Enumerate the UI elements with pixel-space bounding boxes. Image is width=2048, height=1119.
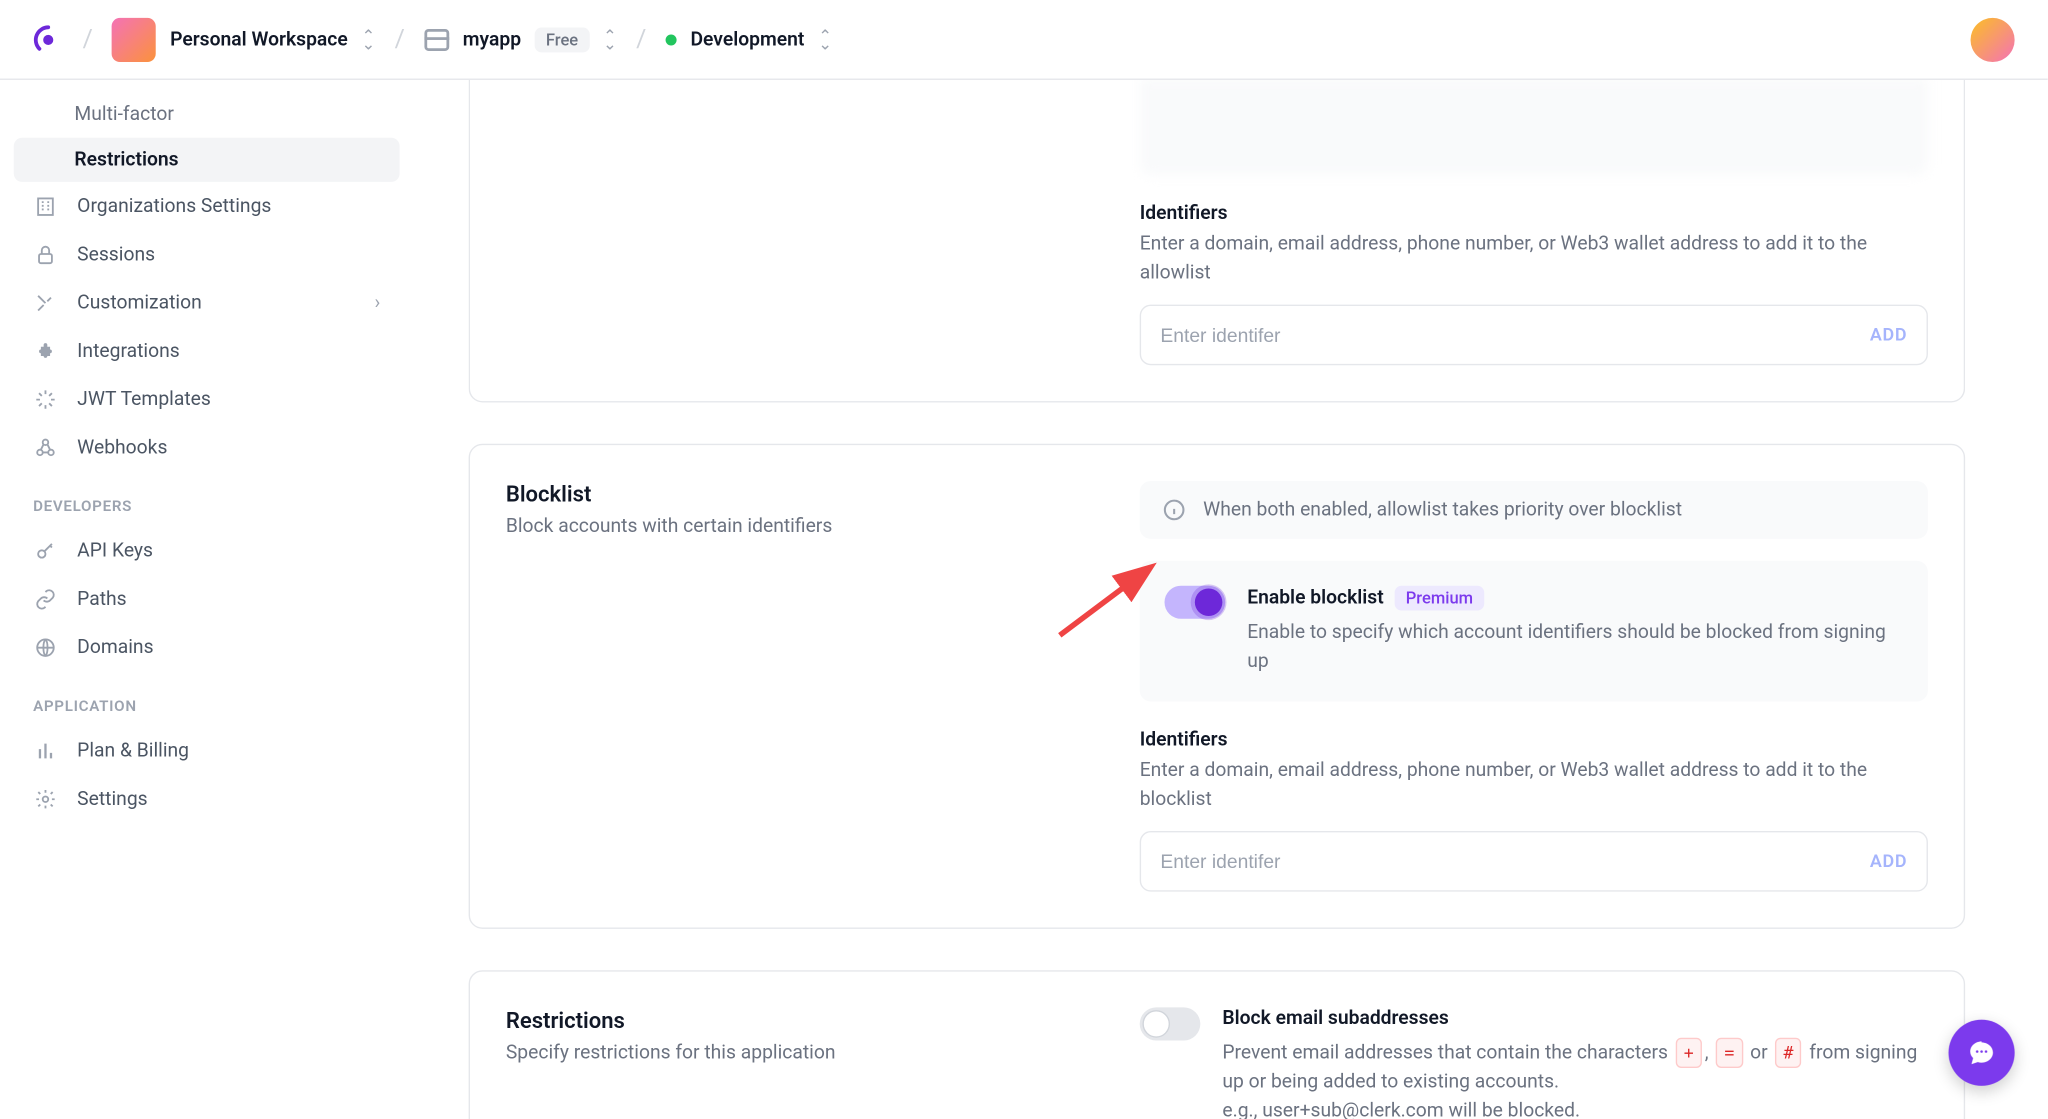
allowlist-add-button[interactable]: ADD <box>1870 325 1907 346</box>
plan-badge: Free <box>535 27 589 52</box>
sidebar-item-label: Multi-factor <box>74 103 173 125</box>
environment-selector[interactable]: Development ⌃⌄ <box>666 28 832 50</box>
sidebar-section-developers: DEVELOPERS <box>0 473 413 527</box>
sidebar-item-jwt[interactable]: JWT Templates <box>0 376 413 423</box>
blocklist-desc: Block accounts with certain identifiers <box>506 515 1085 537</box>
block-subaddress-label: Block email subaddresses <box>1222 1007 1448 1029</box>
enable-blocklist-desc: Enable to specify which account identifi… <box>1247 619 1903 677</box>
blocklist-title: Blocklist <box>506 481 1085 507</box>
blocklist-add-button[interactable]: ADD <box>1870 851 1907 872</box>
blocklist-card: Blocklist Block accounts with certain id… <box>469 444 1966 929</box>
updown-icon: ⌃⌄ <box>818 31 832 48</box>
link-icon <box>33 587 58 612</box>
restrictions-card: Restrictions Specify restrictions for th… <box>469 970 1966 1119</box>
info-banner: When both enabled, allowlist takes prior… <box>1140 481 1928 539</box>
environment-name: Development <box>690 28 804 50</box>
separator-icon: / <box>636 25 646 54</box>
key-icon <box>33 539 58 564</box>
sidebar-item-multifactor[interactable]: Multi-factor <box>0 92 413 136</box>
sidebar-item-label: Plan & Billing <box>77 740 189 762</box>
content-area: Identifiers Enter a domain, email addres… <box>413 80 2047 1119</box>
blurred-content <box>1140 80 1928 175</box>
webhook-icon <box>33 435 58 460</box>
lock-icon <box>33 243 58 268</box>
sidebar-item-sessions[interactable]: Sessions <box>0 232 413 279</box>
sidebar-item-settings[interactable]: Settings <box>0 776 413 823</box>
identifiers-desc: Enter a domain, email address, phone num… <box>1140 757 1928 815</box>
enable-blocklist-toggle[interactable] <box>1164 586 1225 619</box>
option-title-row: Block email subaddresses <box>1222 1007 1928 1029</box>
puzzle-icon <box>33 339 58 364</box>
sidebar-item-organizations[interactable]: Organizations Settings <box>0 183 413 230</box>
sidebar-item-integrations[interactable]: Integrations <box>0 328 413 375</box>
allowlist-identifier-input[interactable] <box>1160 324 1869 346</box>
sidebar-item-domains[interactable]: Domains <box>0 624 413 671</box>
workspace-selector[interactable]: Personal Workspace ⌃⌄ <box>112 17 375 61</box>
code-chip: = <box>1716 1038 1743 1068</box>
enable-blocklist-label: Enable blocklist <box>1247 587 1384 609</box>
info-icon <box>1162 497 1187 522</box>
sparkle-icon <box>33 387 58 412</box>
allowlist-identifier-input-row: ADD <box>1140 305 1928 366</box>
workspace-name: Personal Workspace <box>170 28 348 50</box>
sidebar-item-label: API Keys <box>77 540 153 562</box>
sidebar-item-label: Customization <box>77 292 355 314</box>
sidebar-item-label: Domains <box>77 637 153 659</box>
page-header: / Personal Workspace ⌃⌄ / myapp Free ⌃⌄ … <box>0 0 2048 80</box>
block-subaddress-desc: Prevent email addresses that contain the… <box>1222 1038 1928 1119</box>
globe-icon <box>33 635 58 660</box>
block-subaddress-toggle[interactable] <box>1140 1007 1201 1040</box>
sidebar-item-paths[interactable]: Paths <box>0 576 413 623</box>
separator-icon: / <box>83 25 93 54</box>
building-icon <box>33 194 58 219</box>
premium-badge: Premium <box>1395 586 1484 611</box>
identifiers-desc: Enter a domain, email address, phone num… <box>1140 230 1928 288</box>
code-chip: # <box>1775 1038 1802 1068</box>
updown-icon: ⌃⌄ <box>603 31 617 48</box>
enable-blocklist-option: Enable blocklist Premium Enable to speci… <box>1140 561 1928 702</box>
separator-icon: / <box>395 25 405 54</box>
sidebar-section-application: APPLICATION <box>0 672 413 726</box>
sidebar-item-label: Organizations Settings <box>77 196 271 218</box>
user-avatar[interactable] <box>1971 17 2015 61</box>
chat-icon <box>1966 1038 1996 1068</box>
blocklist-identifier-input[interactable] <box>1160 850 1869 872</box>
sidebar-item-label: Integrations <box>77 340 180 362</box>
sidebar-item-label: Settings <box>77 788 147 810</box>
updown-icon: ⌃⌄ <box>362 31 376 48</box>
identifiers-title: Identifiers <box>1140 729 1928 751</box>
logo-icon[interactable] <box>33 24 63 54</box>
info-text: When both enabled, allowlist takes prior… <box>1203 499 1682 521</box>
option-title-row: Enable blocklist Premium <box>1247 586 1903 611</box>
chat-button[interactable] <box>1948 1020 2014 1086</box>
gear-icon <box>33 787 58 812</box>
code-chip: + <box>1675 1038 1702 1068</box>
sidebar-item-apikeys[interactable]: API Keys <box>0 528 413 575</box>
chevron-right-icon: › <box>375 292 381 314</box>
sidebar: Multi-factor Restrictions Organizations … <box>0 80 413 1119</box>
app-selector[interactable]: myapp Free ⌃⌄ <box>424 27 617 52</box>
sidebar-item-label: Paths <box>77 588 126 610</box>
palette-icon <box>33 291 58 316</box>
restrictions-desc: Specify restrictions for this applicatio… <box>506 1042 1085 1064</box>
restrictions-title: Restrictions <box>506 1007 1085 1033</box>
bars-icon <box>33 739 58 764</box>
breadcrumb: / Personal Workspace ⌃⌄ / myapp Free ⌃⌄ … <box>33 17 832 61</box>
status-dot-icon <box>666 34 677 45</box>
app-name: myapp <box>463 28 521 50</box>
allowlist-card: Identifiers Enter a domain, email addres… <box>469 80 1966 402</box>
sidebar-item-label: Webhooks <box>77 437 167 459</box>
workspace-avatar <box>112 17 156 61</box>
sidebar-item-label: JWT Templates <box>77 389 211 411</box>
sidebar-item-label: Restrictions <box>74 149 178 171</box>
sidebar-item-restrictions[interactable]: Restrictions <box>14 138 400 182</box>
sidebar-item-label: Sessions <box>77 244 155 266</box>
app-icon <box>424 28 449 50</box>
sidebar-item-webhooks[interactable]: Webhooks <box>0 424 413 471</box>
blocklist-identifier-input-row: ADD <box>1140 831 1928 892</box>
sidebar-item-billing[interactable]: Plan & Billing <box>0 728 413 775</box>
sidebar-item-customization[interactable]: Customization › <box>0 280 413 327</box>
identifiers-title: Identifiers <box>1140 203 1928 225</box>
